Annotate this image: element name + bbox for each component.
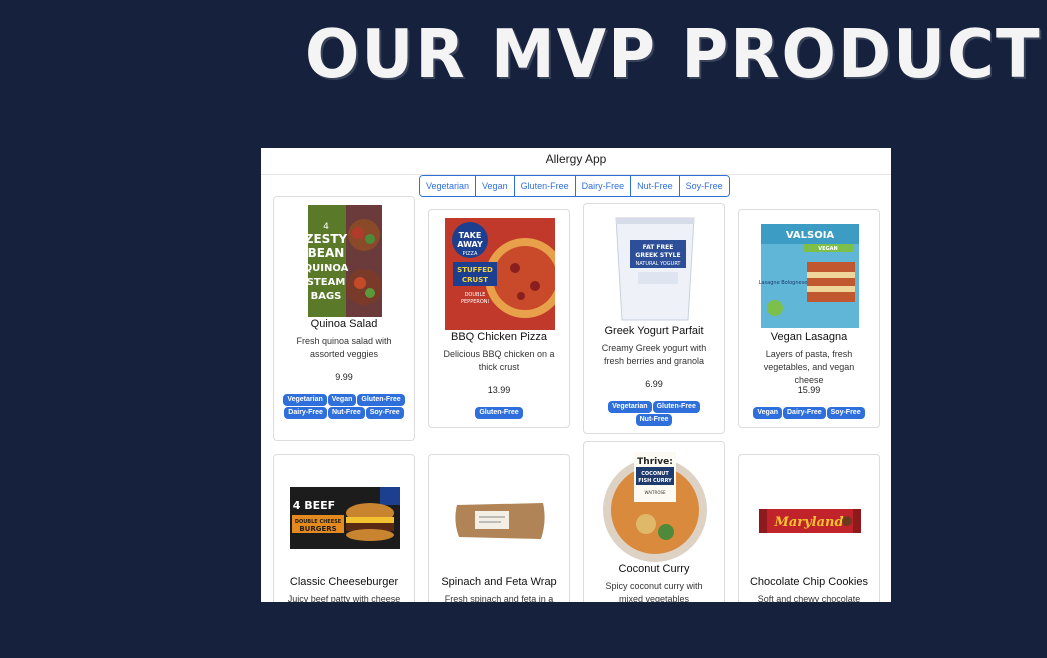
tag-badge: Vegetarian — [283, 394, 327, 406]
wrap-package-image — [455, 503, 545, 539]
tag-badge: Soy-Free — [826, 407, 865, 419]
package-line: BEAN — [308, 246, 345, 260]
package-line: STEAM — [307, 277, 346, 288]
product-card: FAT FREE GREEK STYLE NATURAL YOGURT Gree… — [583, 203, 725, 434]
product-price: 6.99 — [645, 379, 663, 389]
product-card: 4 ZESTY BEAN QUINOA STEAM BAGS Quinoa Sa… — [273, 196, 415, 441]
product-description: Layers of pasta, fresh vegetables, and v… — [763, 349, 855, 385]
filter-dairy-free[interactable]: Dairy-Free — [575, 176, 632, 196]
product-description: Juicy beef patty with cheese — [287, 594, 401, 602]
product-card: Thrive: COCONUT FISH CURRY WAITROSE Coco… — [583, 441, 725, 602]
burger-package-image: 4 BEEF DOUBLE CHEESE BURGERS — [290, 487, 400, 549]
product-price: 15.99 — [797, 385, 821, 395]
tag-list: Vegan Dairy-Free Soy-Free — [745, 407, 873, 419]
package-line: QUINOA — [304, 263, 349, 274]
tag-badge: Gluten-Free — [357, 394, 405, 406]
product-name: Greek Yogurt Parfait — [604, 325, 704, 337]
product-card: Maryland Chocolate Chip Cookies Soft and… — [738, 454, 880, 602]
product-name: Vegan Lasagna — [770, 331, 848, 343]
quinoa-package-image: 4 ZESTY BEAN QUINOA STEAM BAGS — [304, 205, 382, 317]
package-line: PEPPERONI — [461, 299, 489, 305]
package-line: ZESTY — [305, 232, 348, 246]
yogurt-package-image: FAT FREE GREEK STYLE NATURAL YOGURT — [615, 217, 695, 321]
product-card: VALSOIA VEGAN Lasagne Bolognese Vegan La… — [738, 209, 880, 428]
package-line: TAKE — [459, 231, 482, 240]
package-line: Thrive: — [637, 457, 673, 467]
package-line: WAITROSE — [644, 490, 666, 495]
tag-badge: Vegan — [327, 394, 357, 406]
package-line: NATURAL YOGURT — [636, 261, 682, 267]
slide-title: OUR MVP PRODUCT — [305, 16, 1042, 94]
product-description: Creamy Greek yogurt with fresh berries a… — [601, 343, 707, 366]
tag-list: Gluten-Free — [435, 407, 563, 419]
product-card: TAKE AWAY PIZZA STUFFED CRUST DOUBLE PEP… — [428, 209, 570, 428]
filter-nut-free[interactable]: Nut-Free — [631, 176, 680, 196]
product-price: 13.99 — [487, 385, 511, 395]
package-line: FAT FREE — [643, 244, 674, 251]
tag-badge: Gluten-Free — [475, 407, 523, 419]
package-line: 4 BEEF — [293, 499, 335, 512]
package-line: Lasagne Bolognese — [759, 280, 808, 286]
filter-vegetarian[interactable]: Vegetarian — [420, 176, 477, 196]
tag-badge: Dairy-Free — [783, 407, 826, 419]
package-line: FISH CURRY — [638, 478, 672, 484]
product-name: Classic Cheeseburger — [289, 576, 399, 588]
pizza-package-image: TAKE AWAY PIZZA STUFFED CRUST DOUBLE PEP… — [445, 218, 555, 330]
tag-badge: Soy-Free — [365, 407, 404, 419]
product-description: Delicious BBQ chicken on a thick crust — [443, 349, 555, 372]
product-name: BBQ Chicken Pizza — [451, 331, 547, 343]
product-description: Soft and chewy chocolate — [757, 594, 861, 602]
product-name: Chocolate Chip Cookies — [749, 576, 868, 588]
tag-badge: Vegetarian — [608, 401, 652, 413]
product-name: Spinach and Feta Wrap — [441, 576, 557, 588]
product-name: Quinoa Salad — [310, 318, 378, 330]
package-line: Maryland — [773, 515, 843, 530]
curry-package-image: Thrive: COCONUT FISH CURRY WAITROSE — [603, 452, 707, 562]
tag-list: Vegetarian Gluten-Free Nut-Free — [590, 401, 718, 426]
package-line: PIZZA — [463, 251, 478, 257]
product-price: 9.99 — [335, 372, 353, 382]
tag-badge: Nut-Free — [635, 414, 673, 426]
app-screenshot: Allergy App Vegetarian Vegan Gluten-Free… — [261, 148, 891, 602]
package-line: COCONUT — [641, 471, 669, 477]
product-card: Spinach and Feta Wrap Fresh spinach and … — [428, 454, 570, 602]
cookies-package-image: Maryland — [759, 509, 861, 533]
tag-badge: Vegan — [753, 407, 782, 419]
package-line: STUFFED — [457, 266, 493, 274]
package-line: BURGERS — [299, 525, 336, 533]
package-line: 4 — [323, 222, 329, 232]
tag-badge: Dairy-Free — [284, 407, 327, 419]
filter-button-group: Vegetarian Vegan Gluten-Free Dairy-Free … — [419, 175, 730, 197]
package-line: BAGS — [311, 291, 342, 302]
product-description: Fresh quinoa salad with assorted veggies — [296, 336, 392, 359]
product-description: Spicy coconut curry with mixed vegetable… — [605, 581, 703, 602]
filter-vegan[interactable]: Vegan — [476, 176, 515, 196]
package-line: VALSOIA — [786, 230, 835, 241]
app-title: Allergy App — [261, 148, 891, 175]
package-line: VEGAN — [818, 246, 837, 252]
lasagna-package-image: VALSOIA VEGAN Lasagne Bolognese — [759, 224, 859, 328]
product-card: 4 BEEF DOUBLE CHEESE BURGERS Classic Che… — [273, 454, 415, 602]
tag-badge: Gluten-Free — [652, 401, 700, 413]
tag-list: Vegetarian Vegan Gluten-Free Dairy-Free … — [280, 394, 408, 419]
filter-gluten-free[interactable]: Gluten-Free — [514, 176, 576, 196]
package-line: DOUBLE — [465, 292, 486, 298]
product-name: Coconut Curry — [618, 563, 690, 575]
tag-badge: Nut-Free — [327, 407, 365, 419]
product-description: Fresh spinach and feta in a — [444, 594, 554, 602]
package-line: AWAY — [457, 240, 483, 249]
filter-soy-free[interactable]: Soy-Free — [679, 176, 729, 196]
package-line: CRUST — [462, 276, 488, 284]
package-line: GREEK STYLE — [635, 252, 680, 259]
